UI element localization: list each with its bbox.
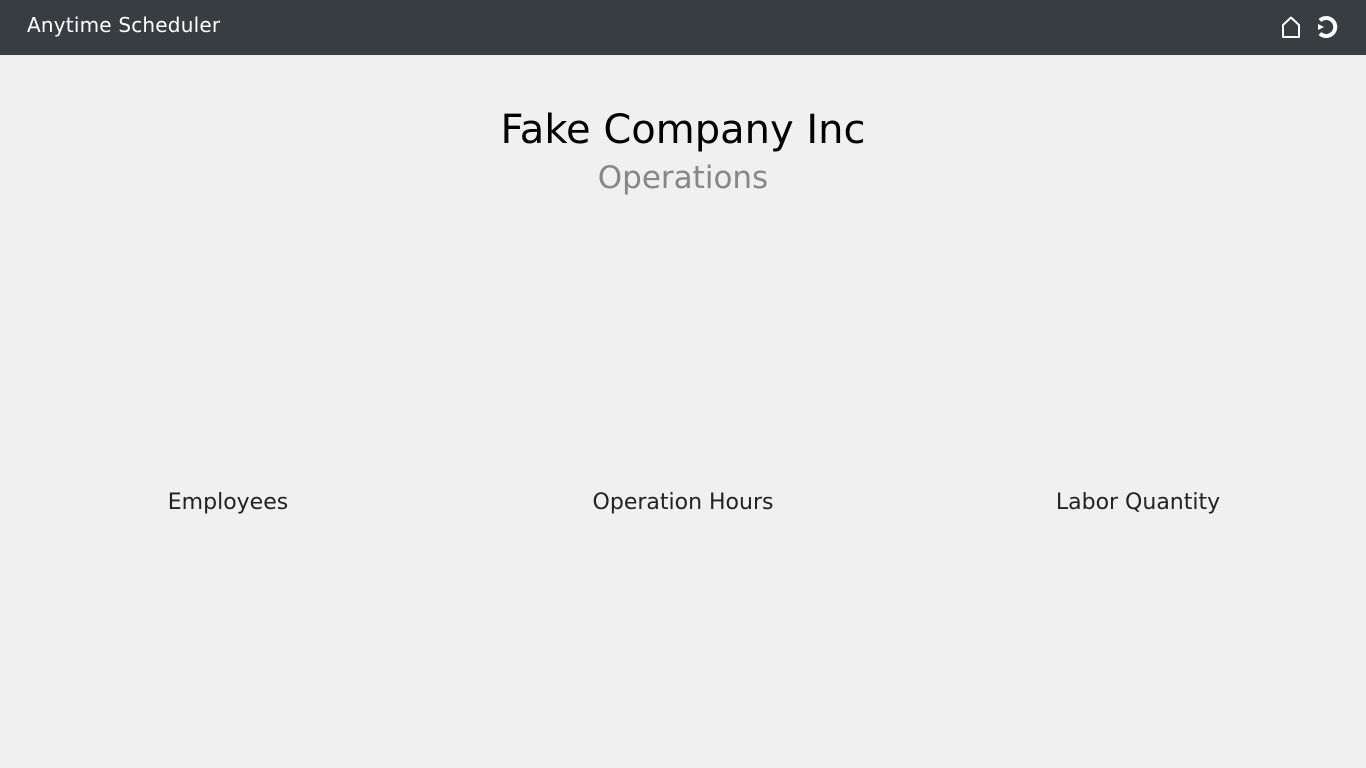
app-title[interactable]: Anytime Scheduler — [27, 13, 220, 37]
operations-menu: Employees Operation Hours Labor Quantity — [0, 486, 1366, 520]
operation-hours-link[interactable]: Operation Hours — [483, 486, 883, 520]
section-title: Operations — [597, 160, 769, 196]
employees-link[interactable]: Employees — [28, 486, 428, 520]
top-navbar: Anytime Scheduler — [0, 0, 1366, 55]
home-icon-glyph — [1282, 16, 1300, 38]
logout-icon[interactable] — [1314, 14, 1340, 40]
home-icon[interactable] — [1278, 14, 1304, 40]
labor-quantity-link[interactable]: Labor Quantity — [938, 486, 1338, 520]
logout-icon-glyph — [1318, 16, 1338, 38]
company-name: Fake Company Inc — [500, 107, 866, 153]
